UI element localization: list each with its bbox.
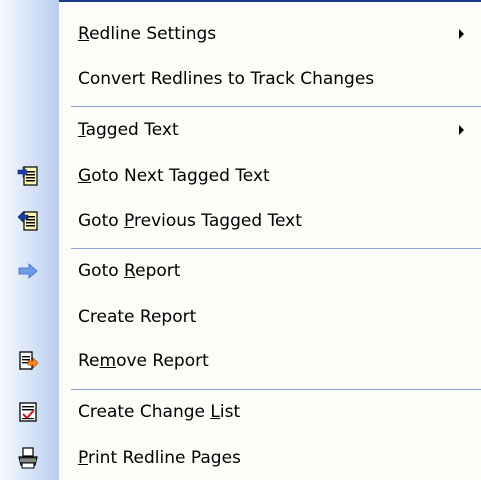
menu-item-goto-previous-tagged-text[interactable]: Goto Previous Tagged Text xyxy=(0,199,481,243)
menu-item-redline-settings[interactable]: Redline Settings xyxy=(0,12,481,56)
menu-item-label: Tagged Text xyxy=(78,120,179,140)
printer-icon xyxy=(18,447,38,469)
menu-item-label: Redline Settings xyxy=(78,24,217,44)
menu-item-create-change-list[interactable]: Create Change List xyxy=(0,390,481,434)
submenu-arrow-icon xyxy=(459,125,464,135)
menu-item-label: Goto Next Tagged Text xyxy=(78,166,270,186)
menu-item-label: Convert Redlines to Track Changes xyxy=(78,69,375,89)
menu-top-border xyxy=(59,0,481,2)
menu-item-label: Goto Previous Tagged Text xyxy=(78,211,302,231)
right-arrow-icon xyxy=(18,263,38,279)
menu-item-label: Print Redline Pages xyxy=(78,448,241,468)
menu-item-print-redline-pages[interactable]: Print Redline Pages xyxy=(0,436,481,480)
change-list-icon xyxy=(19,402,37,422)
menu-item-convert-redlines[interactable]: Convert Redlines to Track Changes xyxy=(0,57,481,101)
remove-report-icon xyxy=(19,351,39,370)
menu-item-create-report[interactable]: Create Report xyxy=(0,295,481,339)
menu-item-tagged-text[interactable]: Tagged Text xyxy=(0,108,481,152)
menu-separator xyxy=(71,106,481,107)
previous-tagged-text-icon xyxy=(17,211,38,231)
menu-item-label: Create Change List xyxy=(78,402,241,422)
next-tagged-text-icon xyxy=(17,166,38,186)
menu-item-label: Goto Report xyxy=(78,261,181,281)
context-menu: Redline Settings Convert Redlines to Tra… xyxy=(0,0,481,480)
menu-item-label: Remove Report xyxy=(78,351,209,371)
menu-item-label: Create Report xyxy=(78,307,197,327)
menu-item-goto-report[interactable]: Goto Report xyxy=(0,249,481,293)
menu-item-remove-report[interactable]: Remove Report xyxy=(0,339,481,383)
menu-item-goto-next-tagged-text[interactable]: Goto Next Tagged Text xyxy=(0,154,481,198)
submenu-arrow-icon xyxy=(459,29,464,39)
